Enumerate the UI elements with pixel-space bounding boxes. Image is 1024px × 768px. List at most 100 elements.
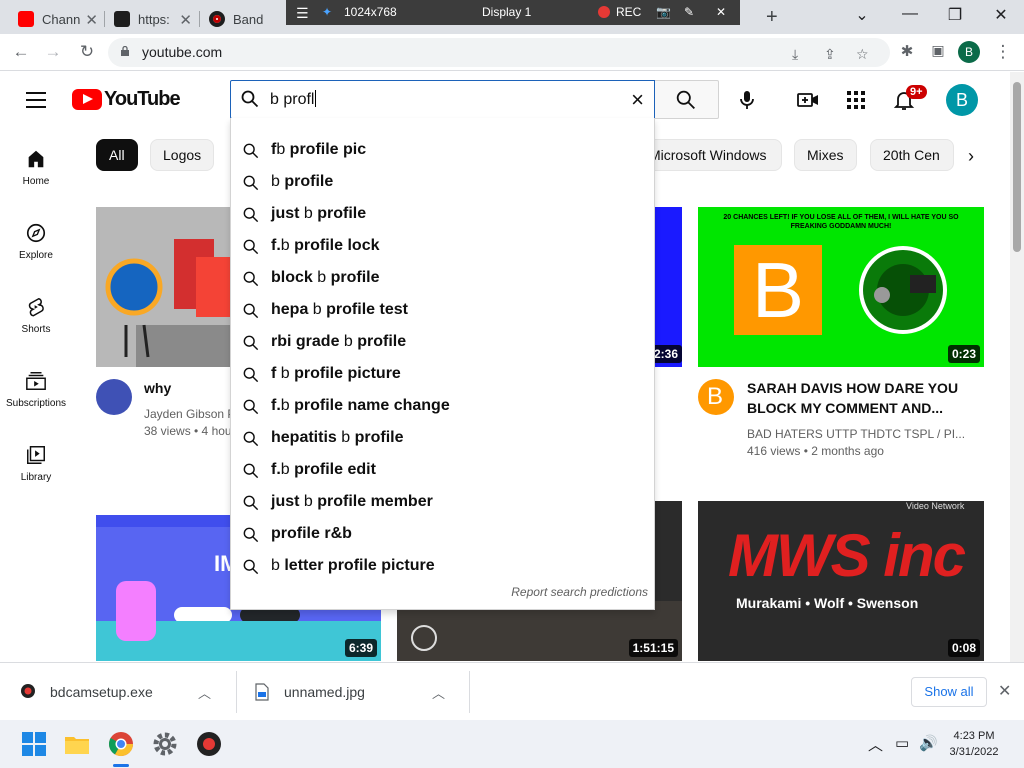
back-icon[interactable]: ←	[10, 42, 32, 62]
close-shelf-icon[interactable]: ✕	[998, 681, 1011, 701]
chip-all[interactable]: All	[96, 139, 138, 171]
search-suggestion[interactable]: block b profile	[231, 262, 654, 294]
side-panel-icon[interactable]: ▣	[927, 42, 949, 59]
search-suggestion[interactable]: rbi grade b profile	[231, 326, 654, 358]
bookmark-star-icon[interactable]: ☆	[856, 46, 869, 63]
guide-item-home[interactable]: Home	[0, 148, 72, 187]
chevron-up-icon[interactable]: ︿	[432, 683, 445, 702]
download-item[interactable]: unnamed.jpg ︿	[254, 663, 445, 721]
search-input[interactable]: b profl ×	[230, 80, 655, 119]
guide-label: Home	[22, 176, 50, 187]
active-app-indicator	[113, 764, 129, 767]
search-button[interactable]	[655, 80, 719, 119]
new-tab-icon[interactable]: +	[766, 6, 778, 29]
search-suggestion[interactable]: just b profile member	[231, 486, 654, 518]
restore-icon[interactable]: ❐	[943, 5, 967, 25]
browser-profile-avatar[interactable]: B	[958, 41, 980, 63]
channel-avatar[interactable]	[96, 379, 132, 415]
channel-name[interactable]: Jayden Gibson P	[144, 405, 232, 423]
minimize-icon[interactable]: —	[898, 5, 922, 23]
volume-icon[interactable]: 🔊	[919, 734, 938, 752]
guide-item-library[interactable]: Library	[0, 444, 72, 483]
clear-search-icon[interactable]: ×	[631, 87, 644, 113]
recorder-close-icon[interactable]: ✕	[716, 5, 726, 19]
channel-avatar[interactable]: B	[698, 379, 734, 415]
page-scrollbar[interactable]	[1010, 72, 1024, 662]
video-thumbnail[interactable]: 20 CHANCES LEFT! IF YOU LOSE ALL OF THEM…	[698, 207, 984, 367]
search-suggestion[interactable]: hepa b profile test	[231, 294, 654, 326]
search-suggestion[interactable]: hepatitis b profile	[231, 422, 654, 454]
microphone-icon[interactable]	[735, 88, 759, 112]
search-icon	[243, 175, 259, 191]
extensions-icon[interactable]: ✱	[896, 42, 918, 60]
network-icon[interactable]: ▭	[895, 734, 909, 752]
search-suggestion[interactable]: just b profile	[231, 198, 654, 230]
tab-title: Chann	[42, 11, 81, 27]
account-avatar[interactable]: B	[946, 84, 978, 116]
guide-item-subscriptions[interactable]: Subscriptions	[0, 370, 72, 409]
share-icon[interactable]: ⇪	[824, 46, 836, 63]
browser-tab-youtube[interactable]: Chann ✕	[10, 4, 104, 34]
guide-item-explore[interactable]: Explore	[0, 222, 72, 261]
menu-icon[interactable]: ☰	[296, 5, 309, 22]
system-clock[interactable]: 4:23 PM 3/31/2022	[944, 728, 1004, 760]
browser-tab-bandicam[interactable]: Band	[201, 4, 287, 34]
search-suggestion[interactable]: f.b profile name change	[231, 390, 654, 422]
video-thumbnail[interactable]: 2:36	[655, 207, 682, 367]
close-icon[interactable]: ✕	[179, 11, 192, 29]
reload-icon[interactable]: ↻	[76, 42, 98, 62]
rec-label[interactable]: REC	[616, 5, 641, 19]
scrollbar-thumb[interactable]	[1013, 82, 1021, 252]
address-bar[interactable]: youtube.com ⤓ ⇪ ☆	[108, 38, 890, 67]
tab-search-chevron-icon[interactable]: ⌄	[850, 5, 874, 25]
windows-start-icon[interactable]	[20, 730, 48, 758]
chip-20th-century[interactable]: 20th Cen	[870, 139, 954, 171]
chrome-icon[interactable]	[107, 730, 135, 758]
guide-menu-icon[interactable]	[26, 92, 46, 108]
youtube-logo[interactable]: YouTube	[72, 88, 181, 111]
suggestion-text: f b profile picture	[271, 365, 401, 383]
search-suggestion[interactable]: f b profile picture	[231, 358, 654, 390]
chevron-right-icon[interactable]: ›	[968, 146, 974, 167]
report-search-predictions-link[interactable]: Report search predictions	[511, 585, 648, 599]
search-suggestion[interactable]: f.b profile edit	[231, 454, 654, 486]
apps-grid-icon[interactable]	[844, 88, 868, 112]
suggestion-query-match: b	[271, 557, 280, 574]
download-item[interactable]: bdcamsetup.exe ︿	[20, 663, 211, 721]
pin-icon[interactable]: ✦	[322, 5, 332, 19]
search-suggestion[interactable]: f.b profile lock	[231, 230, 654, 262]
suggestion-prefix: f.	[271, 461, 281, 478]
chip-microsoft-windows[interactable]: Microsoft Windows	[636, 139, 782, 171]
window-close-icon[interactable]: ✕	[989, 5, 1013, 25]
video-title[interactable]: SARAH DAVIS HOW DARE YOU BLOCK MY COMMEN…	[747, 378, 969, 418]
create-video-icon[interactable]	[796, 88, 820, 112]
channel-avatar-letter: B	[707, 383, 724, 410]
search-suggestion[interactable]: b profile	[231, 166, 654, 198]
tab-divider	[199, 11, 200, 27]
search-icon	[243, 463, 259, 479]
channel-name[interactable]: BAD HATERS UTTP THDTC TSPL / PI...	[747, 425, 969, 443]
chevron-up-icon[interactable]: ︿	[198, 683, 211, 702]
chip-mixes[interactable]: Mixes	[794, 139, 857, 171]
install-icon[interactable]: ⤓	[792, 46, 798, 63]
browser-tab-terminal[interactable]: https: ✕	[106, 4, 198, 34]
close-icon[interactable]: ✕	[85, 11, 98, 29]
search-suggestion[interactable]: fb profile pic	[231, 134, 654, 166]
guide-label: Library	[20, 472, 52, 483]
bandicam-taskbar-icon[interactable]	[195, 730, 223, 758]
chip-logos[interactable]: Logos	[150, 139, 215, 171]
download-filename: unnamed.jpg	[284, 684, 365, 700]
forward-icon[interactable]: →	[42, 42, 64, 62]
show-all-downloads-button[interactable]: Show all	[911, 677, 987, 707]
browser-menu-icon[interactable]: ⋮	[992, 42, 1014, 62]
show-hidden-icons-chevron[interactable]: ︿	[868, 734, 883, 755]
settings-gear-icon[interactable]	[151, 730, 179, 758]
guide-item-shorts[interactable]: Shorts	[0, 296, 72, 335]
file-explorer-icon[interactable]	[63, 730, 91, 758]
video-thumbnail[interactable]: Video Network MWS inc Murakami • Wolf • …	[698, 501, 984, 661]
search-suggestion[interactable]: b letter profile picture	[231, 550, 654, 582]
pencil-icon[interactable]: ✎	[684, 5, 694, 19]
camera-icon[interactable]: 📷	[656, 5, 671, 19]
search-suggestion[interactable]: profile r&b	[231, 518, 654, 550]
video-title[interactable]: why school!!!!	[144, 378, 232, 398]
